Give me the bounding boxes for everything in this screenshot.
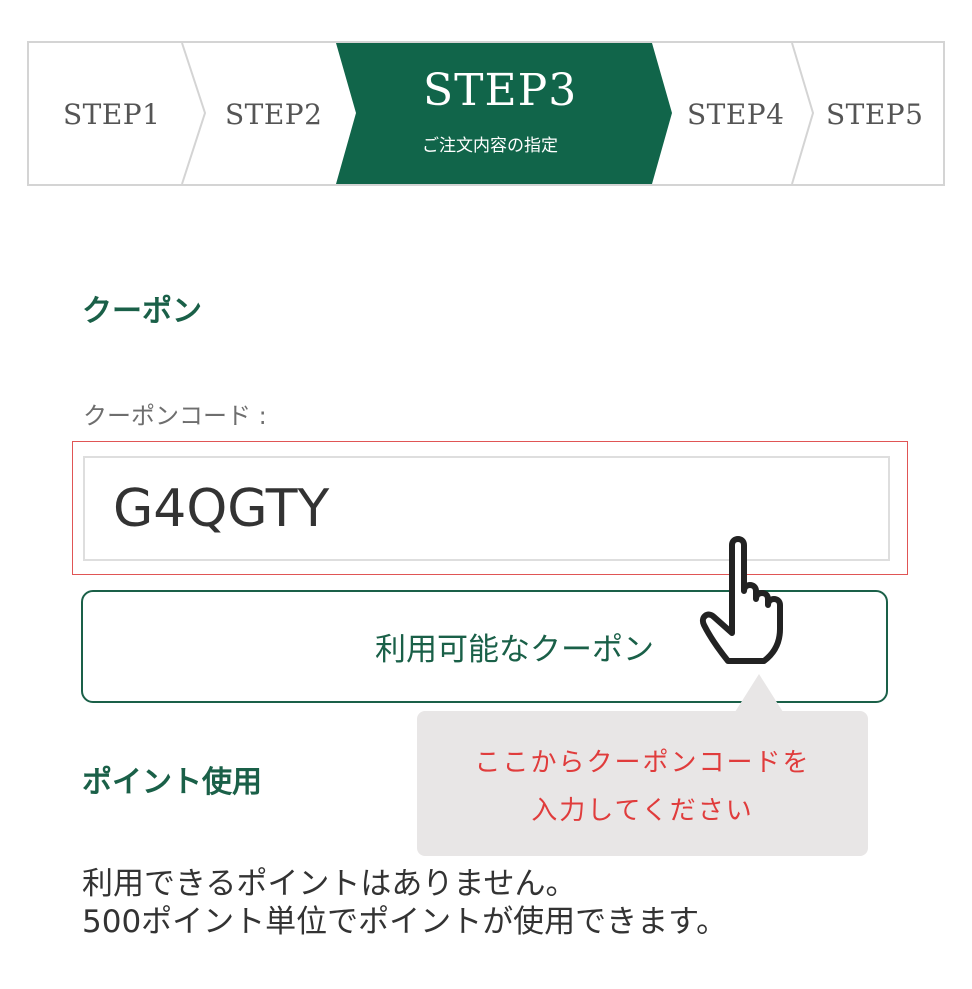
step4-label: STEP4 [687,98,785,131]
points-heading: ポイント使用 [82,765,262,800]
coupon-heading: クーポン [82,294,202,329]
coupon-hint-callout [417,711,868,856]
step5-label: STEP5 [826,98,924,131]
callout-text-line2: 入力してください [531,796,754,826]
step-separator [791,43,815,184]
step2-label: STEP2 [225,98,323,131]
step-progress-bar: STEP1 STEP2 STEP3 ご注文内容の指定 STEP4 STEP5 [27,41,945,186]
step1-label: STEP1 [63,98,161,131]
step3-sublabel: ご注文内容の指定 [422,136,558,156]
points-info-line2: 500ポイント単位でポイントが使用できます。 [82,904,728,940]
callout-arrow [735,674,783,712]
step3-label: STEP3 [423,65,578,116]
checkout-page: STEP1 STEP2 STEP3 ご注文内容の指定 STEP4 STEP5 ク… [0,0,972,989]
callout-text-line1: ここからクーポンコードを [474,748,811,778]
coupon-code-label: クーポンコード : [83,402,267,430]
step-separator [181,43,207,184]
pointing-hand-icon [700,536,783,664]
